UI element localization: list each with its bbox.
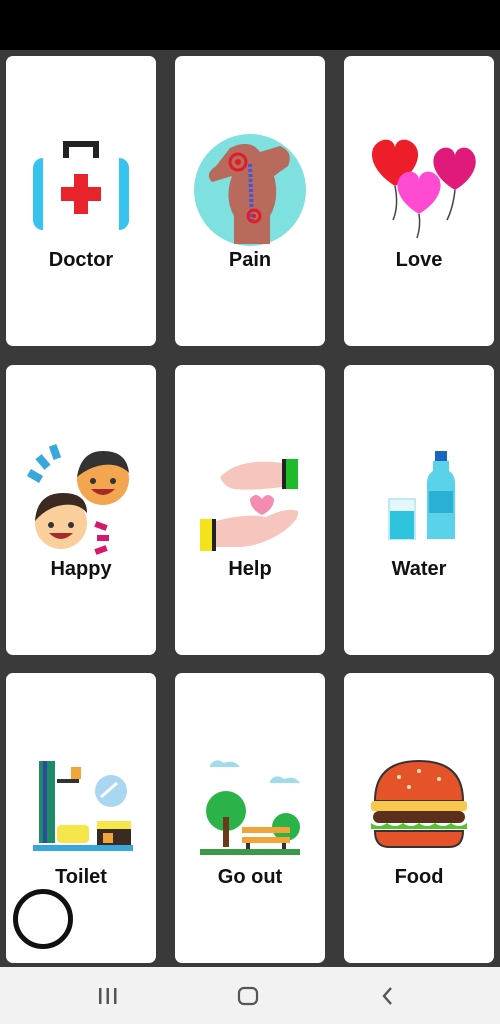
card-doctor[interactable]: Doctor (6, 56, 156, 346)
board-grid: Doctor Pain Love Happy Help Water Toilet… (0, 50, 500, 967)
card-happy[interactable]: Happy (6, 365, 156, 655)
card-label: Food (394, 866, 444, 888)
burger-icon (371, 759, 467, 848)
card-label: Happy (50, 558, 112, 580)
park-bench-icon (200, 760, 300, 855)
card-label: Pain (228, 249, 272, 271)
water-bottle-icon (388, 451, 455, 540)
card-label: Help (228, 558, 272, 580)
back-pain-icon (194, 134, 306, 246)
card-label: Toilet (55, 866, 107, 888)
happy-faces-icon (26, 444, 129, 555)
card-label: Go out (217, 866, 283, 888)
card-label: Doctor (48, 249, 114, 271)
card-food[interactable]: Food (344, 673, 494, 963)
card-pain[interactable]: Pain (175, 56, 325, 346)
back-icon[interactable] (358, 979, 418, 1013)
card-help[interactable]: Help (175, 365, 325, 655)
helping-hands-icon (200, 459, 299, 551)
card-label: Water (391, 558, 447, 580)
card-go-out[interactable]: Go out (175, 673, 325, 963)
status-bar (0, 0, 500, 50)
navigation-bar (0, 967, 500, 1024)
card-love[interactable]: Love (344, 56, 494, 346)
heart-balloons-icon (371, 139, 476, 239)
card-label: Love (395, 249, 443, 271)
home-icon[interactable] (218, 979, 278, 1013)
floating-action-button[interactable] (13, 889, 73, 949)
toilet-sink-icon (33, 761, 133, 851)
card-water[interactable]: Water (344, 365, 494, 655)
doctor-kit-icon (33, 141, 129, 230)
recent-apps-icon[interactable] (78, 979, 138, 1013)
